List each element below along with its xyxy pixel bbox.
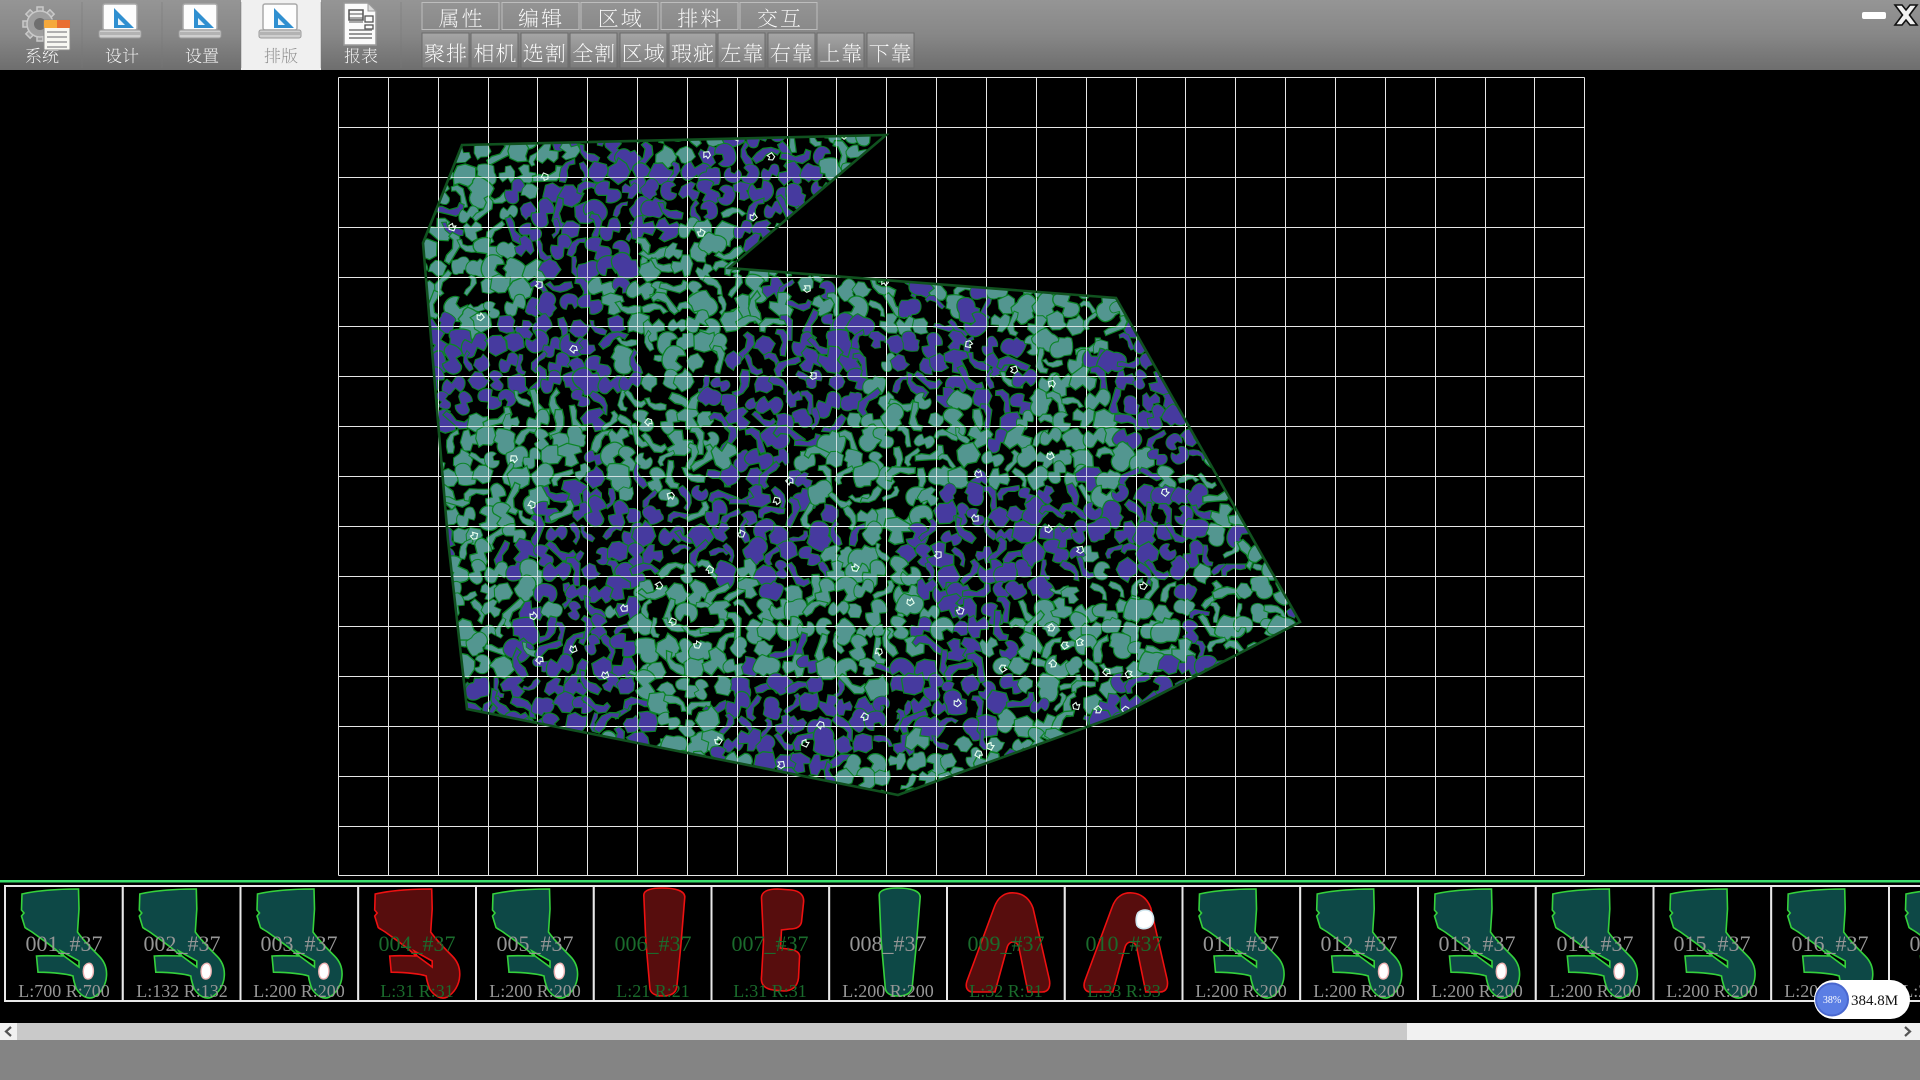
svg-text:007_#37: 007_#37 xyxy=(732,931,809,956)
svg-text:L:200 R:200: L:200 R:200 xyxy=(253,981,345,1001)
svg-text:016_#37: 016_#37 xyxy=(1792,931,1869,956)
svg-text:015_#37: 015_#37 xyxy=(1674,931,1751,956)
svg-text:002_#37: 002_#37 xyxy=(144,931,221,956)
svg-text:L:33 R:33: L:33 R:33 xyxy=(1087,981,1161,1001)
svg-text:L:21 R:21: L:21 R:21 xyxy=(616,981,690,1001)
svg-text:003_#37: 003_#37 xyxy=(261,931,338,956)
svg-text:011_#37: 011_#37 xyxy=(1203,931,1279,956)
svg-text:009_#37: 009_#37 xyxy=(968,931,1045,956)
svg-text:L:200 R:200: L:200 R:200 xyxy=(842,981,934,1001)
svg-text:38%: 38% xyxy=(1823,995,1841,1006)
svg-text:012_#37: 012_#37 xyxy=(1321,931,1398,956)
svg-text:L:200 R:200: L:200 R:200 xyxy=(1549,981,1641,1001)
svg-text:L:200 R:200: L:200 R:200 xyxy=(1313,981,1405,1001)
svg-text:013_#37: 013_#37 xyxy=(1439,931,1516,956)
svg-text:L:132 R:132: L:132 R:132 xyxy=(136,981,228,1001)
svg-text:L:200 R:200: L:200 R:200 xyxy=(1195,981,1287,1001)
svg-text:010_#37: 010_#37 xyxy=(1086,931,1163,956)
svg-text:005_#37: 005_#37 xyxy=(497,931,574,956)
svg-text:014_#37: 014_#37 xyxy=(1557,931,1634,956)
svg-text:L:200 R:200: L:200 R:200 xyxy=(489,981,581,1001)
svg-text:008_#37: 008_#37 xyxy=(850,931,927,956)
svg-text:L:31 R:31: L:31 R:31 xyxy=(733,981,807,1001)
svg-text:001_#37: 001_#37 xyxy=(26,931,103,956)
svg-text:L:31 R:31: L:31 R:31 xyxy=(380,981,454,1001)
svg-text:L:200 R:200: L:200 R:200 xyxy=(1431,981,1523,1001)
svg-text:L:32 R:31: L:32 R:31 xyxy=(969,981,1043,1001)
svg-text:L:200 R:200: L:200 R:200 xyxy=(1666,981,1758,1001)
svg-text:017_#37: 017_#37 xyxy=(1910,931,1920,956)
svg-text:384.8M: 384.8M xyxy=(1851,993,1898,1009)
svg-text:004_#37: 004_#37 xyxy=(379,931,456,956)
svg-text:L:700 R:700: L:700 R:700 xyxy=(18,981,110,1001)
svg-text:006_#37: 006_#37 xyxy=(615,931,692,956)
